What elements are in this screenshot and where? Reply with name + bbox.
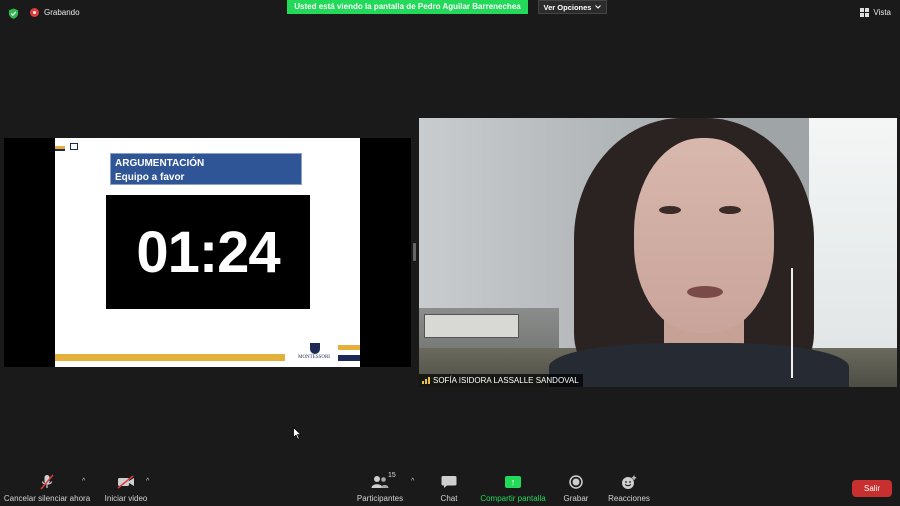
reactions-label: Reacciones	[608, 494, 650, 503]
record-button[interactable]: Grabar	[564, 474, 588, 503]
view-label: Vista	[873, 8, 891, 17]
reactions-button[interactable]: Reacciones	[608, 474, 650, 503]
slide-footer-bar	[55, 354, 285, 361]
video-options-chevron-up-icon[interactable]: ^	[146, 478, 149, 485]
muted-microphone-icon	[37, 474, 57, 490]
slide-brand: MONTESSORI	[298, 355, 330, 360]
presentation-slide: ARGUMENTACIÓN Equipo a favor 01:24 MONTE…	[55, 138, 360, 367]
slide-footer-accent	[338, 345, 360, 350]
audio-options-chevron-up-icon[interactable]: ^	[82, 478, 85, 485]
recording-icon	[30, 8, 39, 17]
grid-view-icon	[860, 8, 870, 17]
participants-chevron-up-icon[interactable]: ^	[411, 478, 414, 485]
slide-footer-accent	[338, 355, 360, 361]
participant-name: SOFÍA ISIDORA LASSALLE SANDOVAL	[433, 376, 579, 385]
record-icon	[566, 474, 586, 490]
timer-box: 01:24	[106, 195, 310, 309]
chat-label: Chat	[440, 494, 458, 503]
share-screen-icon: ↑	[503, 474, 523, 490]
participant-name-plate: SOFÍA ISIDORA LASSALLE SANDOVAL	[419, 374, 583, 387]
connection-signal-icon	[422, 377, 430, 384]
shared-screen[interactable]: ARGUMENTACIÓN Equipo a favor 01:24 MONTE…	[4, 138, 411, 367]
participants-label: Participantes	[356, 494, 404, 503]
slide-title-box: ARGUMENTACIÓN Equipo a favor	[110, 153, 302, 185]
view-options-label: Ver Opciones	[543, 2, 592, 12]
view-options-button[interactable]: Ver Opciones	[538, 0, 607, 14]
participant-video[interactable]: SOFÍA ISIDORA LASSALLE SANDOVAL	[419, 118, 897, 387]
video-off-icon	[116, 474, 136, 490]
record-label: Grabar	[563, 494, 589, 503]
view-layout-button[interactable]: Vista	[860, 8, 891, 17]
share-screen-label: Compartir pantalla	[480, 494, 546, 503]
chat-button[interactable]: Chat	[439, 474, 459, 503]
panel-resize-handle[interactable]	[413, 243, 416, 261]
participants-count: 15	[388, 472, 396, 479]
participant-face	[634, 138, 774, 333]
start-video-button[interactable]: Iniciar video	[104, 474, 148, 503]
participants-button[interactable]: 15 Participantes	[356, 472, 404, 503]
security-shield-icon[interactable]	[8, 8, 19, 19]
screen-share-banner: Usted está viendo la pantalla de Pedro A…	[287, 0, 528, 14]
meeting-toolbar: Cancelar silenciar ahora ^ Iniciar video…	[0, 466, 900, 506]
participants-icon: 15	[370, 472, 396, 490]
start-video-label: Iniciar video	[104, 494, 148, 503]
chevron-down-icon	[595, 5, 602, 9]
smiley-plus-icon	[619, 474, 639, 490]
mouse-cursor-icon	[293, 427, 302, 440]
slide-subtitle: Equipo a favor	[115, 172, 185, 183]
recording-indicator[interactable]: Grabando	[30, 8, 80, 17]
unmute-label: Cancelar silenciar ahora	[3, 494, 91, 503]
montessori-crest-icon	[310, 343, 320, 354]
top-bar: Grabando Usted está viendo la pantalla d…	[0, 0, 900, 26]
unmute-button[interactable]: Cancelar silenciar ahora	[3, 474, 91, 503]
school-logo-icon	[70, 143, 78, 150]
recording-label: Grabando	[44, 8, 80, 17]
chat-bubble-icon	[439, 474, 459, 490]
slide-accent-bar	[55, 149, 65, 151]
countdown-timer: 01:24	[136, 219, 280, 285]
share-screen-button[interactable]: ↑ Compartir pantalla	[480, 474, 546, 503]
leave-meeting-button[interactable]: Salir	[852, 480, 892, 497]
slide-title: ARGUMENTACIÓN	[115, 158, 205, 169]
